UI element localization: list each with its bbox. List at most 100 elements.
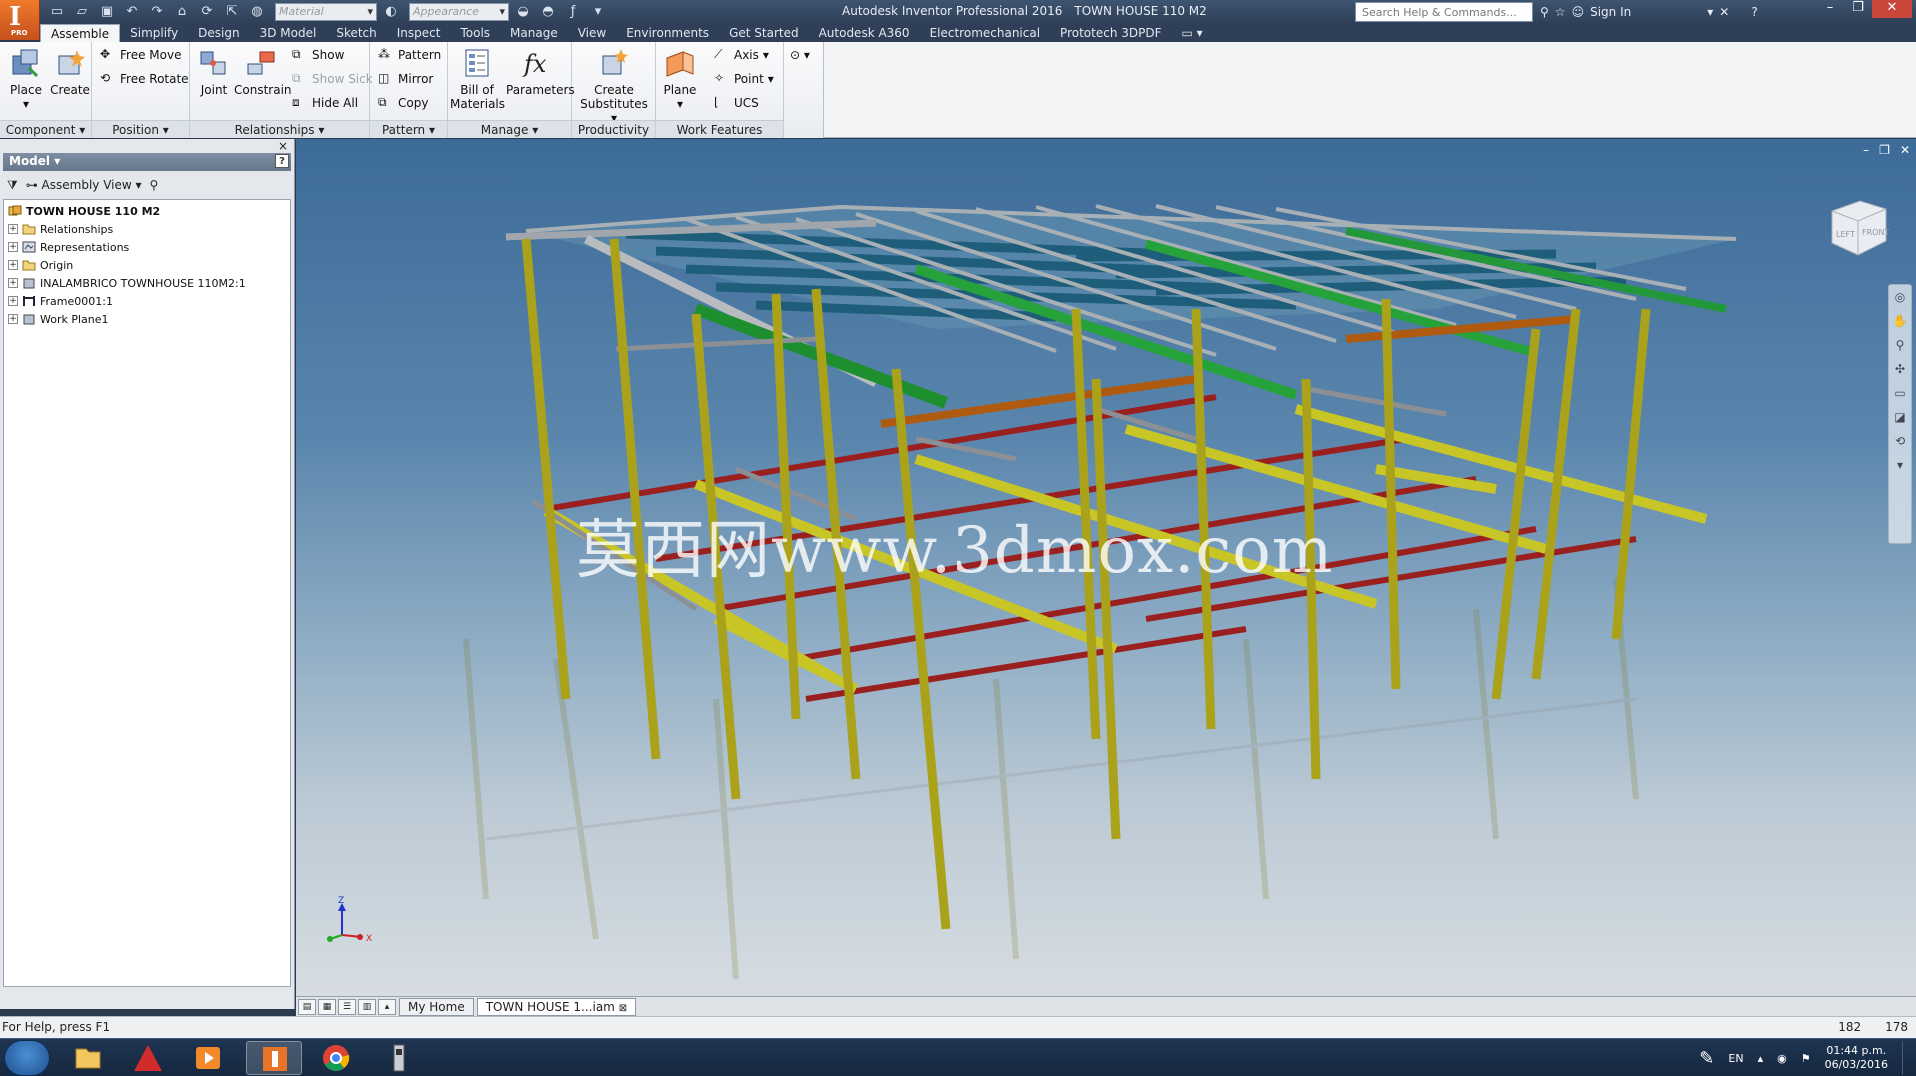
- tab-autodesk-a360[interactable]: Autodesk A360: [809, 24, 920, 42]
- panel-label-position[interactable]: Position ▾: [92, 120, 189, 138]
- panel-label-relationships[interactable]: Relationships ▾: [190, 120, 369, 138]
- star-icon[interactable]: ☆: [1555, 5, 1566, 19]
- tree-item-representations[interactable]: + Representations: [4, 238, 290, 256]
- expand-icon[interactable]: +: [8, 242, 18, 252]
- open-folder-icon[interactable]: ▱: [71, 2, 93, 22]
- look-at-icon[interactable]: ▭: [1889, 381, 1911, 405]
- tab-view[interactable]: View: [568, 24, 616, 42]
- expand-icon[interactable]: +: [8, 278, 18, 288]
- appearance-combo[interactable]: Appearance ▾: [409, 3, 509, 21]
- zoom-icon[interactable]: ⚲: [1889, 333, 1911, 357]
- tab-prototech-3dpdf[interactable]: Prototech 3DPDF: [1050, 24, 1171, 42]
- redo-icon[interactable]: ↷: [146, 2, 168, 22]
- app-menu-button[interactable]: I PRO: [0, 0, 40, 40]
- exchange-icon[interactable]: ✕: [1719, 5, 1729, 19]
- adjust-icon[interactable]: ◒: [512, 2, 534, 22]
- tab-manage[interactable]: Manage: [500, 24, 568, 42]
- tree-item-inalambrico[interactable]: + INALAMBRICO TOWNHOUSE 110M2:1: [4, 274, 290, 292]
- usb-device-icon[interactable]: [370, 1041, 426, 1075]
- tab-environments[interactable]: Environments: [616, 24, 719, 42]
- close-icon[interactable]: ⊠: [619, 1003, 627, 1014]
- windows-start-icon[interactable]: [4, 1040, 50, 1076]
- sign-in-link[interactable]: Sign In: [1590, 5, 1631, 19]
- tab-electromechanical[interactable]: Electromechanical: [920, 24, 1050, 42]
- chrome-icon[interactable]: [308, 1041, 364, 1075]
- home-icon[interactable]: ⌂: [171, 2, 193, 22]
- close-button[interactable]: ✕: [1900, 143, 1910, 157]
- close-icon[interactable]: ×: [278, 139, 288, 153]
- update-icon[interactable]: ⟳: [196, 2, 218, 22]
- color-icon[interactable]: ◍: [246, 2, 268, 22]
- vertical-layout-icon[interactable]: ▥: [358, 998, 376, 1015]
- clock[interactable]: 01:44 p.m. 06/03/2016: [1825, 1044, 1888, 1072]
- free-rotate-button[interactable]: ⟲ Free Rotate: [100, 70, 189, 88]
- tree-item-relationships[interactable]: + Relationships: [4, 220, 290, 238]
- pan-hand-icon[interactable]: ✋: [1889, 309, 1911, 333]
- steering-wheel-icon[interactable]: ◎: [1889, 285, 1911, 309]
- horizontal-layout-icon[interactable]: ☰: [338, 998, 356, 1015]
- restore-button[interactable]: ❐: [1844, 0, 1872, 18]
- search-input[interactable]: Search Help & Commands...: [1355, 2, 1533, 22]
- language-indicator[interactable]: EN: [1728, 1052, 1743, 1065]
- autocad-icon[interactable]: [120, 1041, 176, 1075]
- save-icon[interactable]: ▣: [96, 2, 118, 22]
- zoom-window-icon[interactable]: ◪: [1889, 405, 1911, 429]
- panel-label-component[interactable]: Component ▾: [0, 120, 91, 138]
- create-substitutes-button[interactable]: Create Substitutes ▾: [576, 46, 652, 125]
- tab-assemble[interactable]: Assemble: [40, 24, 121, 42]
- show-button[interactable]: ⧉ Show: [292, 46, 344, 64]
- plane-button[interactable]: Plane ▾: [660, 46, 700, 111]
- clear-icon[interactable]: ◓: [537, 2, 559, 22]
- expand-icon[interactable]: +: [8, 314, 18, 324]
- help-icon[interactable]: ?: [1751, 5, 1757, 19]
- bill-of-materials-button[interactable]: Bill of Materials: [450, 46, 505, 111]
- pattern-button[interactable]: ⁂ Pattern: [378, 46, 441, 64]
- customize-icon[interactable]: ▾: [587, 2, 609, 22]
- help-icon[interactable]: ?: [275, 154, 289, 168]
- select-icon[interactable]: ⇱: [221, 2, 243, 22]
- inventor-taskbar-icon[interactable]: [246, 1041, 302, 1075]
- doc-tab-my-home[interactable]: My Home: [399, 997, 474, 1016]
- undo-icon[interactable]: ↶: [121, 2, 143, 22]
- chevron-down-icon[interactable]: ▾: [1889, 453, 1911, 477]
- model-browser-header[interactable]: Model ▾?: [3, 153, 291, 171]
- place-button[interactable]: Place ▾: [6, 46, 46, 111]
- viewcube[interactable]: LEFT FRONT: [1822, 195, 1894, 267]
- media-player-icon[interactable]: [180, 1041, 236, 1075]
- tab-3d-model[interactable]: 3D Model: [250, 24, 327, 42]
- binoculars-icon[interactable]: ⚲: [1540, 5, 1549, 19]
- graphics-viewport[interactable]: 莫西网www.3dmox.com – ❐ ✕ LEFT FRONT ◎ ✋ ⚲ …: [296, 139, 1916, 996]
- tab-design[interactable]: Design: [188, 24, 249, 42]
- hide-all-button[interactable]: ⧈ Hide All: [292, 94, 358, 112]
- filter-icon[interactable]: ⧩: [7, 178, 18, 193]
- free-move-button[interactable]: ✥ Free Move: [100, 46, 181, 64]
- tab-sketch[interactable]: Sketch: [326, 24, 386, 42]
- new-file-icon[interactable]: ▭: [46, 2, 68, 22]
- close-button[interactable]: ✕: [1872, 0, 1912, 18]
- tree-item-work-plane[interactable]: + Work Plane1: [4, 310, 290, 328]
- tree-item-origin[interactable]: + Origin: [4, 256, 290, 274]
- find-binoculars-icon[interactable]: ⚲: [150, 178, 159, 192]
- flag-icon[interactable]: ⚑: [1801, 1052, 1811, 1065]
- tile-layout-icon[interactable]: ▤: [298, 998, 316, 1015]
- show-desktop-button[interactable]: [1902, 1041, 1908, 1075]
- chevron-up-icon[interactable]: ▴: [1758, 1052, 1764, 1065]
- joint-button[interactable]: Joint: [194, 46, 234, 97]
- ucs-button[interactable]: ⌊ UCS: [714, 94, 759, 112]
- grid-layout-icon[interactable]: ▦: [318, 998, 336, 1015]
- assembly-view-dropdown[interactable]: ⊶ Assembly View ▾: [26, 178, 142, 192]
- orbit-icon[interactable]: ✣: [1889, 357, 1911, 381]
- create-button[interactable]: Create: [50, 46, 90, 97]
- orbit-free-icon[interactable]: ⟲: [1889, 429, 1911, 453]
- fx-icon[interactable]: ƒ: [562, 2, 584, 22]
- ribbon-display-toggle-icon[interactable]: ▭ ▾: [1172, 24, 1213, 42]
- chevron-up-icon[interactable]: ▴: [378, 998, 396, 1015]
- tree-root[interactable]: TOWN HOUSE 110 M2: [4, 202, 290, 220]
- tab-get-started[interactable]: Get Started: [719, 24, 809, 42]
- panel-label-pattern[interactable]: Pattern ▾: [370, 120, 447, 138]
- tab-tools[interactable]: Tools: [450, 24, 500, 42]
- expand-icon[interactable]: +: [8, 224, 18, 234]
- panel-label-manage[interactable]: Manage ▾: [448, 120, 571, 138]
- material-combo[interactable]: Material ▾: [275, 3, 377, 21]
- constrain-button[interactable]: Constrain: [234, 46, 292, 97]
